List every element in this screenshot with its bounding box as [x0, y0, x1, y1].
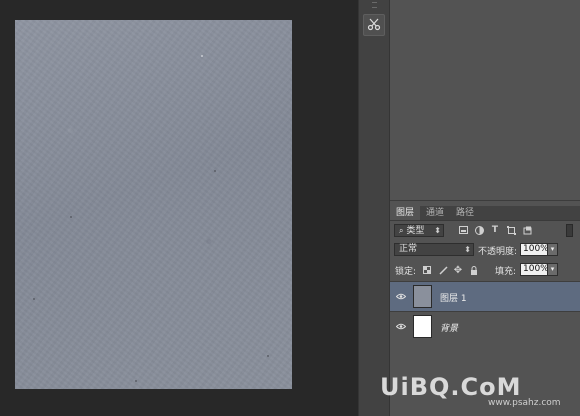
smart-object-filter-icon[interactable] [522, 225, 532, 235]
fill-input[interactable]: 100% [520, 263, 549, 276]
layer-name[interactable]: 背景 [440, 321, 458, 334]
lock-brush-icon[interactable] [438, 265, 448, 275]
empty-panel-area [390, 0, 580, 201]
lock-row: 锁定: ✥ 填充: 100% ▾ [390, 261, 580, 279]
tab-paths[interactable]: 路径 [450, 206, 480, 220]
opacity-input[interactable]: 100% [520, 243, 549, 256]
panel-tabs: 图层 通道 路径 [390, 206, 580, 221]
eye-icon[interactable] [396, 322, 406, 330]
filter-toggle-switch[interactable] [566, 224, 573, 237]
image-filter-icon[interactable] [458, 225, 468, 235]
filter-row: ⌕ 类型 ⬍ T [390, 221, 580, 239]
layer-name[interactable]: 图层 1 [440, 291, 467, 304]
collapsed-toolstrip [358, 0, 390, 416]
tab-channels[interactable]: 通道 [420, 206, 450, 220]
texture-speck [267, 355, 269, 357]
layer-thumbnail [413, 285, 432, 308]
watermark-logo-text: UiBQ.CoM [380, 373, 522, 401]
texture-speck [135, 380, 137, 382]
layer-filter-select[interactable]: ⌕ 类型 ⬍ [394, 224, 444, 237]
layer-thumbnail [413, 315, 432, 338]
lock-move-icon[interactable]: ✥ [453, 265, 463, 276]
opacity-slider-button[interactable]: ▾ [547, 243, 558, 256]
lock-transparent-icon[interactable] [422, 265, 432, 275]
tool-presets-button[interactable] [363, 14, 385, 36]
shape-filter-icon[interactable] [506, 225, 516, 235]
blend-row: 正常 ⬍ 不透明度: 100% ▾ [390, 240, 580, 258]
document-canvas[interactable] [15, 20, 292, 389]
watermark-url: www.psahz.com [488, 398, 561, 408]
canvas-area[interactable] [0, 0, 358, 416]
chevron-down-icon: ⬍ [464, 245, 471, 254]
texture-speck [33, 298, 35, 300]
texture-speck [201, 55, 203, 57]
blend-mode-value: 正常 [399, 244, 418, 254]
fill-slider-button[interactable]: ▾ [547, 263, 558, 276]
lock-all-icon[interactable] [469, 265, 479, 275]
watermark: UiBQ.CoM www.psahz.com [378, 373, 578, 413]
texture-speck [214, 170, 216, 172]
panel-grip[interactable] [372, 2, 377, 8]
search-icon: ⌕ [399, 226, 404, 235]
opacity-label: 不透明度: [478, 247, 518, 257]
fill-label: 填充: [495, 267, 517, 277]
layer-row-layer-1[interactable]: 图层 1 [390, 281, 580, 311]
blend-mode-select[interactable]: 正常 ⬍ [394, 243, 474, 256]
texture-speck [70, 216, 72, 218]
chevron-down-icon: ⬍ [434, 226, 441, 235]
adjustment-filter-icon[interactable] [474, 225, 484, 235]
scissors-icon [367, 17, 381, 34]
tab-layers[interactable]: 图层 [390, 206, 421, 220]
eye-icon[interactable] [396, 292, 406, 300]
lock-label: 锁定: [395, 267, 417, 277]
right-panel-dock: 图层 通道 路径 ⌕ 类型 ⬍ T 正常 ⬍ 不透明度: 100% ▾ 锁定: … [390, 0, 580, 416]
layer-row-background[interactable]: 背景 [390, 311, 580, 341]
layer-filter-value: 类型 [406, 226, 425, 236]
text-filter-icon[interactable]: T [490, 225, 500, 235]
